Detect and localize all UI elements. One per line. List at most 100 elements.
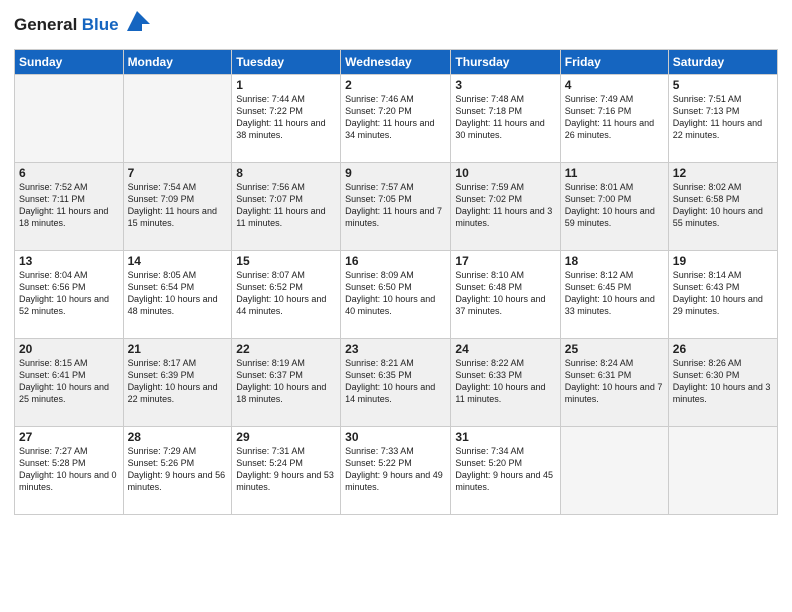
week-row-5: 27Sunrise: 7:27 AMSunset: 5:28 PMDayligh…: [15, 427, 778, 515]
day-cell: 29Sunrise: 7:31 AMSunset: 5:24 PMDayligh…: [232, 427, 341, 515]
day-detail: Sunrise: 8:17 AMSunset: 6:39 PMDaylight:…: [128, 357, 228, 406]
day-number: 22: [236, 342, 336, 356]
day-detail: Sunrise: 8:12 AMSunset: 6:45 PMDaylight:…: [565, 269, 664, 318]
logo: General Blue: [14, 10, 152, 41]
day-cell: 5Sunrise: 7:51 AMSunset: 7:13 PMDaylight…: [668, 75, 777, 163]
day-detail: Sunrise: 8:02 AMSunset: 6:58 PMDaylight:…: [673, 181, 773, 230]
day-cell: 9Sunrise: 7:57 AMSunset: 7:05 PMDaylight…: [341, 163, 451, 251]
day-detail: Sunrise: 7:54 AMSunset: 7:09 PMDaylight:…: [128, 181, 228, 230]
day-cell: 24Sunrise: 8:22 AMSunset: 6:33 PMDayligh…: [451, 339, 560, 427]
day-cell: 19Sunrise: 8:14 AMSunset: 6:43 PMDayligh…: [668, 251, 777, 339]
day-number: 6: [19, 166, 119, 180]
day-number: 29: [236, 430, 336, 444]
day-detail: Sunrise: 8:24 AMSunset: 6:31 PMDaylight:…: [565, 357, 664, 406]
logo-icon: [122, 6, 152, 36]
day-detail: Sunrise: 8:10 AMSunset: 6:48 PMDaylight:…: [455, 269, 555, 318]
day-detail: Sunrise: 8:09 AMSunset: 6:50 PMDaylight:…: [345, 269, 446, 318]
day-detail: Sunrise: 7:34 AMSunset: 5:20 PMDaylight:…: [455, 445, 555, 494]
day-cell: 18Sunrise: 8:12 AMSunset: 6:45 PMDayligh…: [560, 251, 668, 339]
col-header-wednesday: Wednesday: [341, 50, 451, 75]
day-cell: 7Sunrise: 7:54 AMSunset: 7:09 PMDaylight…: [123, 163, 232, 251]
day-number: 2: [345, 78, 446, 92]
day-number: 3: [455, 78, 555, 92]
day-cell: 23Sunrise: 8:21 AMSunset: 6:35 PMDayligh…: [341, 339, 451, 427]
day-cell: [668, 427, 777, 515]
col-header-sunday: Sunday: [15, 50, 124, 75]
day-cell: 4Sunrise: 7:49 AMSunset: 7:16 PMDaylight…: [560, 75, 668, 163]
day-detail: Sunrise: 8:26 AMSunset: 6:30 PMDaylight:…: [673, 357, 773, 406]
day-detail: Sunrise: 7:57 AMSunset: 7:05 PMDaylight:…: [345, 181, 446, 230]
day-cell: 13Sunrise: 8:04 AMSunset: 6:56 PMDayligh…: [15, 251, 124, 339]
day-number: 30: [345, 430, 446, 444]
calendar-table: SundayMondayTuesdayWednesdayThursdayFrid…: [14, 49, 778, 515]
day-cell: [123, 75, 232, 163]
day-detail: Sunrise: 8:19 AMSunset: 6:37 PMDaylight:…: [236, 357, 336, 406]
week-row-3: 13Sunrise: 8:04 AMSunset: 6:56 PMDayligh…: [15, 251, 778, 339]
header: General Blue: [14, 10, 778, 41]
day-detail: Sunrise: 7:33 AMSunset: 5:22 PMDaylight:…: [345, 445, 446, 494]
week-row-1: 1Sunrise: 7:44 AMSunset: 7:22 PMDaylight…: [15, 75, 778, 163]
day-cell: 21Sunrise: 8:17 AMSunset: 6:39 PMDayligh…: [123, 339, 232, 427]
day-number: 18: [565, 254, 664, 268]
day-number: 10: [455, 166, 555, 180]
day-number: 13: [19, 254, 119, 268]
day-cell: 11Sunrise: 8:01 AMSunset: 7:00 PMDayligh…: [560, 163, 668, 251]
day-detail: Sunrise: 8:14 AMSunset: 6:43 PMDaylight:…: [673, 269, 773, 318]
day-number: 5: [673, 78, 773, 92]
day-cell: 30Sunrise: 7:33 AMSunset: 5:22 PMDayligh…: [341, 427, 451, 515]
day-number: 25: [565, 342, 664, 356]
day-detail: Sunrise: 8:15 AMSunset: 6:41 PMDaylight:…: [19, 357, 119, 406]
day-number: 26: [673, 342, 773, 356]
day-cell: [560, 427, 668, 515]
week-row-2: 6Sunrise: 7:52 AMSunset: 7:11 PMDaylight…: [15, 163, 778, 251]
day-number: 14: [128, 254, 228, 268]
day-number: 17: [455, 254, 555, 268]
day-cell: 28Sunrise: 7:29 AMSunset: 5:26 PMDayligh…: [123, 427, 232, 515]
day-cell: 27Sunrise: 7:27 AMSunset: 5:28 PMDayligh…: [15, 427, 124, 515]
day-cell: 20Sunrise: 8:15 AMSunset: 6:41 PMDayligh…: [15, 339, 124, 427]
day-cell: 15Sunrise: 8:07 AMSunset: 6:52 PMDayligh…: [232, 251, 341, 339]
col-header-saturday: Saturday: [668, 50, 777, 75]
day-cell: [15, 75, 124, 163]
day-number: 27: [19, 430, 119, 444]
calendar-header-row: SundayMondayTuesdayWednesdayThursdayFrid…: [15, 50, 778, 75]
day-number: 24: [455, 342, 555, 356]
day-cell: 3Sunrise: 7:48 AMSunset: 7:18 PMDaylight…: [451, 75, 560, 163]
day-detail: Sunrise: 8:07 AMSunset: 6:52 PMDaylight:…: [236, 269, 336, 318]
day-cell: 16Sunrise: 8:09 AMSunset: 6:50 PMDayligh…: [341, 251, 451, 339]
day-detail: Sunrise: 7:27 AMSunset: 5:28 PMDaylight:…: [19, 445, 119, 494]
day-number: 4: [565, 78, 664, 92]
col-header-thursday: Thursday: [451, 50, 560, 75]
col-header-friday: Friday: [560, 50, 668, 75]
day-cell: 6Sunrise: 7:52 AMSunset: 7:11 PMDaylight…: [15, 163, 124, 251]
day-detail: Sunrise: 7:51 AMSunset: 7:13 PMDaylight:…: [673, 93, 773, 142]
day-cell: 14Sunrise: 8:05 AMSunset: 6:54 PMDayligh…: [123, 251, 232, 339]
day-number: 16: [345, 254, 446, 268]
day-number: 31: [455, 430, 555, 444]
day-number: 9: [345, 166, 446, 180]
day-number: 19: [673, 254, 773, 268]
day-detail: Sunrise: 7:29 AMSunset: 5:26 PMDaylight:…: [128, 445, 228, 494]
day-number: 8: [236, 166, 336, 180]
day-cell: 25Sunrise: 8:24 AMSunset: 6:31 PMDayligh…: [560, 339, 668, 427]
calendar-container: General Blue SundayMondayTues: [0, 0, 792, 612]
week-row-4: 20Sunrise: 8:15 AMSunset: 6:41 PMDayligh…: [15, 339, 778, 427]
logo-general: General: [14, 15, 77, 34]
day-number: 21: [128, 342, 228, 356]
col-header-tuesday: Tuesday: [232, 50, 341, 75]
day-cell: 1Sunrise: 7:44 AMSunset: 7:22 PMDaylight…: [232, 75, 341, 163]
day-number: 1: [236, 78, 336, 92]
day-cell: 26Sunrise: 8:26 AMSunset: 6:30 PMDayligh…: [668, 339, 777, 427]
day-detail: Sunrise: 8:01 AMSunset: 7:00 PMDaylight:…: [565, 181, 664, 230]
day-cell: 17Sunrise: 8:10 AMSunset: 6:48 PMDayligh…: [451, 251, 560, 339]
day-cell: 8Sunrise: 7:56 AMSunset: 7:07 PMDaylight…: [232, 163, 341, 251]
day-number: 7: [128, 166, 228, 180]
day-cell: 31Sunrise: 7:34 AMSunset: 5:20 PMDayligh…: [451, 427, 560, 515]
day-detail: Sunrise: 8:05 AMSunset: 6:54 PMDaylight:…: [128, 269, 228, 318]
day-number: 11: [565, 166, 664, 180]
day-cell: 22Sunrise: 8:19 AMSunset: 6:37 PMDayligh…: [232, 339, 341, 427]
logo-blue: Blue: [82, 15, 119, 34]
day-detail: Sunrise: 8:04 AMSunset: 6:56 PMDaylight:…: [19, 269, 119, 318]
day-number: 23: [345, 342, 446, 356]
day-number: 20: [19, 342, 119, 356]
